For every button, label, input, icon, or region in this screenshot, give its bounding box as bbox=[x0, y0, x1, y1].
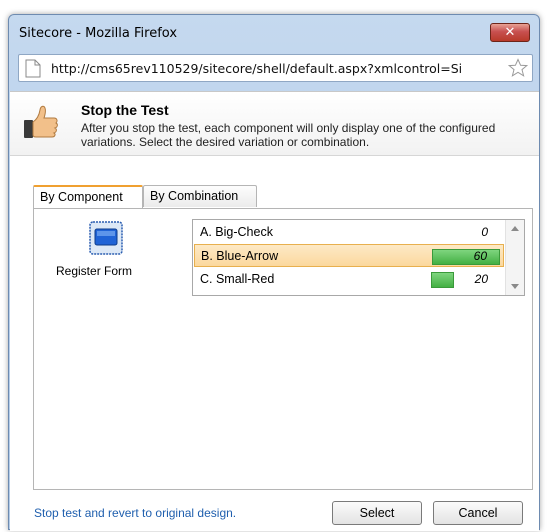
dialog-header: Stop the Test After you stop the test, e… bbox=[10, 92, 539, 156]
list-item[interactable]: C. Small-Red 20 bbox=[194, 268, 504, 291]
tab-by-component[interactable]: By Component bbox=[33, 185, 143, 208]
page-icon bbox=[25, 59, 41, 78]
dialog-content: Stop the Test After you stop the test, e… bbox=[10, 91, 539, 531]
tab-by-combination[interactable]: By Combination bbox=[143, 185, 257, 207]
variation-bar bbox=[431, 272, 454, 288]
stop-test-link[interactable]: Stop test and revert to original design. bbox=[34, 506, 236, 520]
variation-name: C. Small-Red bbox=[200, 272, 275, 286]
url-text[interactable]: http://cms65rev110529/sitecore/shell/def… bbox=[51, 61, 513, 76]
browser-window: Sitecore - Mozilla Firefox ✕ http://cms6… bbox=[8, 14, 540, 531]
window-title: Sitecore - Mozilla Firefox bbox=[19, 26, 178, 41]
select-button[interactable]: Select bbox=[332, 501, 422, 525]
variation-value: 60 bbox=[473, 249, 487, 263]
dialog-title: Stop the Test bbox=[81, 102, 169, 118]
variation-name: A. Big-Check bbox=[200, 225, 273, 239]
variation-bar bbox=[432, 249, 500, 265]
variation-value: 20 bbox=[474, 272, 488, 286]
address-bar[interactable]: http://cms65rev110529/sitecore/shell/def… bbox=[18, 54, 533, 82]
component-icon[interactable] bbox=[89, 221, 123, 255]
dialog-description: After you stop the test, each component … bbox=[81, 121, 496, 149]
title-bar: Sitecore - Mozilla Firefox ✕ bbox=[9, 15, 539, 53]
close-button[interactable]: ✕ bbox=[490, 23, 530, 42]
list-item[interactable]: A. Big-Check 0 bbox=[194, 221, 504, 244]
variation-list[interactable]: A. Big-Check 0 B. Blue-Arrow 60 C. Small… bbox=[192, 219, 525, 296]
list-item[interactable]: B. Blue-Arrow 60 bbox=[194, 244, 504, 267]
variation-name: B. Blue-Arrow bbox=[201, 249, 279, 263]
bookmark-star-icon[interactable] bbox=[508, 58, 528, 78]
cancel-button[interactable]: Cancel bbox=[433, 501, 523, 525]
variation-value: 0 bbox=[481, 225, 488, 239]
list-scrollbar[interactable] bbox=[505, 220, 524, 295]
scroll-up-icon[interactable] bbox=[511, 226, 519, 231]
scroll-down-icon[interactable] bbox=[511, 284, 519, 289]
thumbs-up-icon bbox=[24, 105, 58, 138]
tab-panel: Register Form A. Big-Check 0 B. Blue-Arr… bbox=[33, 208, 533, 490]
component-label: Register Form bbox=[56, 264, 133, 278]
